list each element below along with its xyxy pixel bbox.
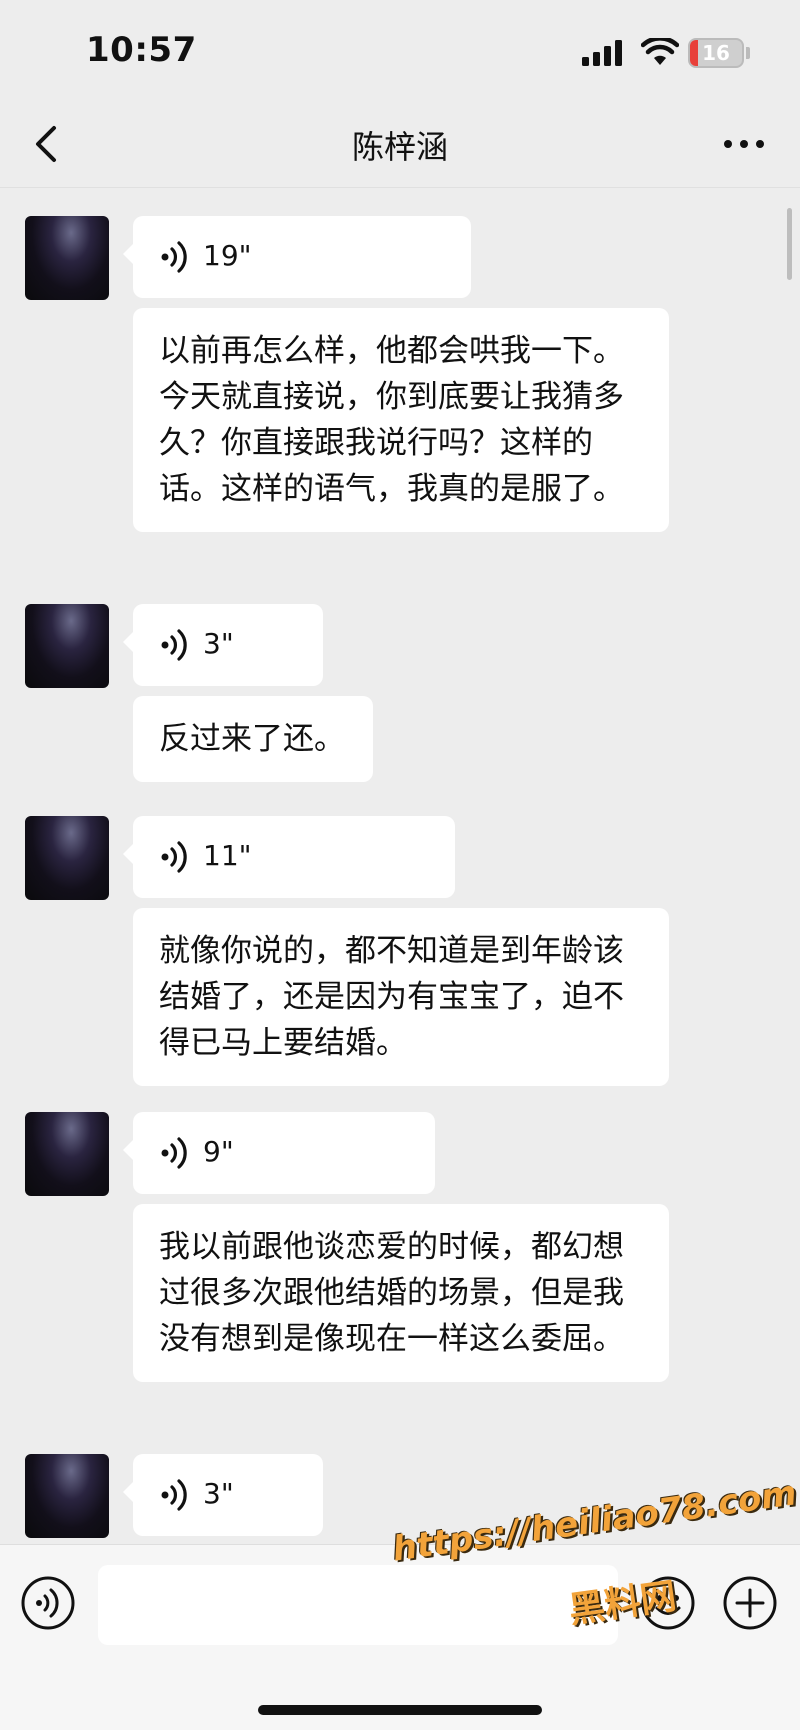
voice-duration: 3" bbox=[203, 627, 234, 660]
plus-icon[interactable] bbox=[722, 1575, 778, 1631]
text-message[interactable]: 我以前跟他谈恋爱的时候，都幻想过很多次跟他结婚的场景，但是我没有想到是像现在一样… bbox=[133, 1204, 669, 1382]
message-list[interactable]: 19" 以前再怎么样，他都会哄我一下。今天就直接说，你到底要让我猜多久？你直接跟… bbox=[0, 188, 800, 1544]
battery-icon: 16 bbox=[688, 38, 744, 68]
voice-duration: 9" bbox=[203, 1135, 234, 1168]
chat-title: 陈梓涵 bbox=[351, 128, 448, 166]
avatar[interactable] bbox=[25, 816, 109, 900]
input-bar bbox=[0, 1544, 800, 1730]
voice-wave-icon bbox=[161, 1479, 187, 1511]
status-bar: 10:57 16 bbox=[0, 0, 800, 100]
wifi-icon bbox=[641, 38, 679, 65]
voice-wave-icon bbox=[161, 841, 187, 873]
text-message[interactable]: 就像你说的，都不知道是到年龄该结婚了，还是因为有宝宝了，迫不得已马上要结婚。 bbox=[133, 908, 669, 1086]
voice-duration: 3" bbox=[203, 1477, 234, 1510]
message-input[interactable] bbox=[98, 1565, 618, 1645]
voice-message[interactable]: 9" bbox=[123, 1112, 435, 1194]
more-dots-icon[interactable] bbox=[718, 122, 770, 166]
home-indicator bbox=[258, 1705, 542, 1715]
voice-wave-icon bbox=[161, 241, 187, 273]
voice-message[interactable]: 3" bbox=[123, 604, 323, 686]
avatar[interactable] bbox=[25, 604, 109, 688]
avatar[interactable] bbox=[25, 1112, 109, 1196]
battery-cap bbox=[746, 47, 750, 59]
voice-message[interactable]: 11" bbox=[123, 816, 455, 898]
emoji-icon[interactable] bbox=[640, 1575, 696, 1631]
text-message[interactable]: 以前再怎么样，他都会哄我一下。今天就直接说，你到底要让我猜多久？你直接跟我说行吗… bbox=[133, 308, 669, 532]
voice-wave-icon bbox=[161, 1137, 187, 1169]
voice-duration: 11" bbox=[203, 839, 252, 872]
avatar[interactable] bbox=[25, 216, 109, 300]
cellular-signal-icon bbox=[582, 40, 622, 66]
voice-wave-icon bbox=[161, 629, 187, 661]
voice-message[interactable]: 3" bbox=[123, 1454, 323, 1536]
voice-message[interactable]: 19" bbox=[123, 216, 471, 298]
voice-duration: 19" bbox=[203, 239, 252, 272]
voice-input-icon[interactable] bbox=[20, 1575, 76, 1631]
text-message[interactable]: 反过来了还。 bbox=[133, 696, 373, 782]
status-time: 10:57 bbox=[86, 30, 197, 70]
avatar[interactable] bbox=[25, 1454, 109, 1538]
chat-header: 陈梓涵 bbox=[0, 100, 800, 188]
scrollbar[interactable] bbox=[787, 208, 792, 280]
battery-level: 16 bbox=[702, 41, 730, 65]
